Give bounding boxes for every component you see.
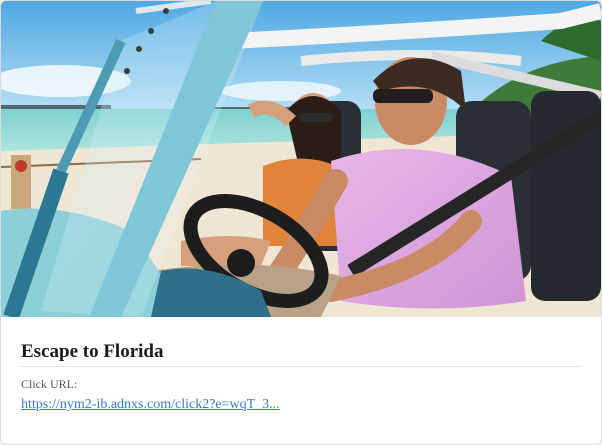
ad-card: Escape to Florida Click URL: https://nym…	[0, 0, 602, 445]
ad-card-body: Escape to Florida Click URL: https://nym…	[21, 317, 581, 414]
click-url-link[interactable]: https://nym2-ib.adnxs.com/click2?e=wqT_3…	[21, 396, 280, 414]
ad-hero-image[interactable]	[1, 1, 601, 317]
beach-jeep-illustration	[1, 1, 601, 317]
ad-title: Escape to Florida	[21, 341, 581, 367]
click-url-label: Click URL:	[21, 377, 78, 391]
